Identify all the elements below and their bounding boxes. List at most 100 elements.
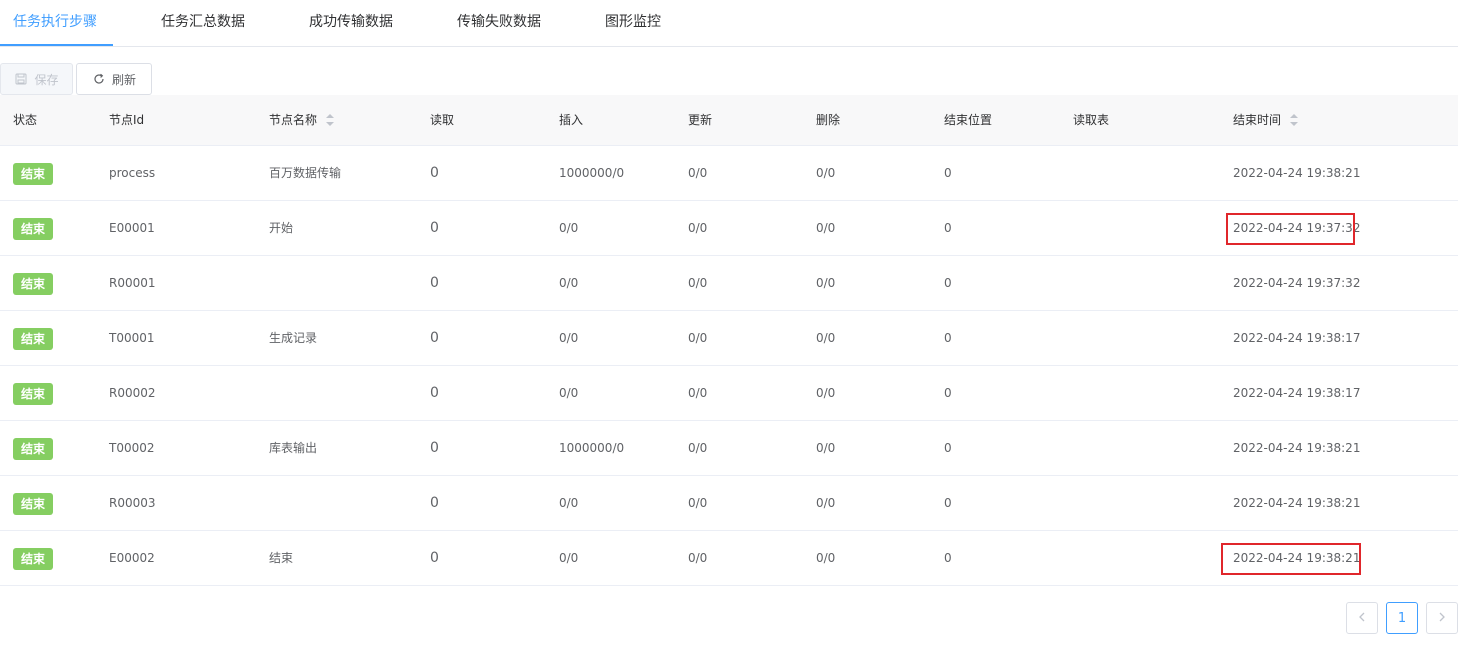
tab-success-data[interactable]: 成功传输数据 <box>309 0 393 46</box>
status-badge: 结束 <box>13 493 53 515</box>
cell-node-id: R00003 <box>109 496 156 510</box>
cell-read: 0 <box>430 220 439 236</box>
cell-insert: 1000000/0 <box>559 441 625 455</box>
cell-insert: 0/0 <box>559 331 579 345</box>
status-badge: 结束 <box>13 273 53 295</box>
cell-end-time: 2022-04-24 19:38:21 <box>1233 496 1361 510</box>
cell-insert: 1000000/0 <box>559 166 625 180</box>
cell-node-name: 结束 <box>269 551 294 565</box>
tab-failed-data[interactable]: 传输失败数据 <box>457 0 541 46</box>
tab-task-steps[interactable]: 任务执行步骤 <box>13 0 97 46</box>
cell-node-name: 生成记录 <box>269 331 318 345</box>
cell-end-position: 0 <box>944 276 952 290</box>
cell-delete: 0/0 <box>816 221 836 235</box>
cell-insert: 0/0 <box>559 551 579 565</box>
cell-node-name: 百万数据传输 <box>269 166 342 180</box>
highlight-box <box>1221 543 1361 575</box>
cell-end-position: 0 <box>944 551 952 565</box>
cell-end-time: 2022-04-24 19:38:17 <box>1233 386 1361 400</box>
cell-insert: 0/0 <box>559 276 579 290</box>
cell-end-position: 0 <box>944 221 952 235</box>
column-header-node-name[interactable]: 节点名称 <box>269 95 335 145</box>
cell-insert: 0/0 <box>559 221 579 235</box>
cell-update: 0/0 <box>688 496 708 510</box>
cell-end-time: 2022-04-24 19:38:21 <box>1233 166 1361 180</box>
cell-end-position: 0 <box>944 496 952 510</box>
table-row: 结束 R00003 0 0/0 0/0 0/0 0 2022-04-24 19:… <box>0 476 1458 531</box>
cell-update: 0/0 <box>688 166 708 180</box>
cell-delete: 0/0 <box>816 496 836 510</box>
cell-end-position: 0 <box>944 386 952 400</box>
cell-node-id: E00001 <box>109 221 155 235</box>
cell-node-id: E00002 <box>109 551 155 565</box>
cell-end-position: 0 <box>944 166 952 180</box>
column-header-read-table: 读取表 <box>1073 113 1110 127</box>
page-number-button[interactable]: 1 <box>1386 602 1418 634</box>
table-row: 结束 T00002 库表输出 0 1000000/0 0/0 0/0 0 202… <box>0 421 1458 476</box>
cell-read: 0 <box>430 440 439 456</box>
cell-node-name: 开始 <box>269 221 294 235</box>
table-row: 结束 process 百万数据传输 0 1000000/0 0/0 0/0 0 … <box>0 146 1458 201</box>
column-header-read: 读取 <box>430 113 455 127</box>
next-page-button[interactable] <box>1426 602 1458 634</box>
status-badge: 结束 <box>13 383 53 405</box>
refresh-button[interactable]: 刷新 <box>76 63 152 95</box>
cell-node-id: process <box>109 166 156 180</box>
chevron-left-icon <box>1358 611 1366 626</box>
tab-task-summary[interactable]: 任务汇总数据 <box>161 0 245 46</box>
cell-read: 0 <box>430 385 439 401</box>
column-header-end-time[interactable]: 结束时间 <box>1233 95 1299 145</box>
cell-read: 0 <box>430 275 439 291</box>
cell-node-id: T00002 <box>109 441 155 455</box>
status-badge: 结束 <box>13 328 53 350</box>
table-row: 结束 T00001 生成记录 0 0/0 0/0 0/0 0 2022-04-2… <box>0 311 1458 366</box>
cell-end-time: 2022-04-24 19:38:17 <box>1233 331 1361 345</box>
cell-delete: 0/0 <box>816 551 836 565</box>
prev-page-button[interactable] <box>1346 602 1378 634</box>
cell-update: 0/0 <box>688 331 708 345</box>
table-row: 结束 E00002 结束 0 0/0 0/0 0/0 0 2022-04-24 … <box>0 531 1458 586</box>
cell-node-id: R00001 <box>109 276 156 290</box>
cell-update: 0/0 <box>688 441 708 455</box>
cell-update: 0/0 <box>688 386 708 400</box>
tab-graph-monitor[interactable]: 图形监控 <box>605 0 661 46</box>
cell-read: 0 <box>430 165 439 181</box>
cell-end-time: 2022-04-24 19:38:21 <box>1233 441 1361 455</box>
cell-end-time: 2022-04-24 19:37:32 <box>1233 276 1361 290</box>
column-header-node-id: 节点Id <box>109 113 145 127</box>
cell-delete: 0/0 <box>816 331 836 345</box>
cell-node-name: 库表输出 <box>269 441 318 455</box>
cell-end-position: 0 <box>944 441 952 455</box>
column-header-update: 更新 <box>688 113 713 127</box>
refresh-button-label: 刷新 <box>111 72 136 87</box>
cell-update: 0/0 <box>688 221 708 235</box>
status-badge: 结束 <box>13 218 53 240</box>
table-header: 状态 节点Id 节点名称 读取 插入 更新 删除 结束位置 读取表 结束时间 <box>0 95 1458 146</box>
cell-read: 0 <box>430 550 439 566</box>
tab-bar: 任务执行步骤 任务汇总数据 成功传输数据 传输失败数据 图形监控 <box>0 0 1458 47</box>
status-badge: 结束 <box>13 548 53 570</box>
cell-read: 0 <box>430 330 439 346</box>
column-header-status: 状态 <box>13 113 38 127</box>
refresh-icon <box>92 72 106 86</box>
cell-delete: 0/0 <box>816 276 836 290</box>
cell-read: 0 <box>430 495 439 511</box>
cell-insert: 0/0 <box>559 386 579 400</box>
save-icon <box>14 72 28 86</box>
cell-node-id: R00002 <box>109 386 156 400</box>
status-badge: 结束 <box>13 163 53 185</box>
column-header-delete: 删除 <box>816 113 841 127</box>
highlight-box <box>1226 213 1355 245</box>
cell-delete: 0/0 <box>816 166 836 180</box>
save-button-label: 保存 <box>34 72 59 87</box>
table-row: 结束 E00001 开始 0 0/0 0/0 0/0 0 2022-04-24 … <box>0 201 1458 256</box>
table-row: 结束 R00001 0 0/0 0/0 0/0 0 2022-04-24 19:… <box>0 256 1458 311</box>
cell-delete: 0/0 <box>816 386 836 400</box>
save-button[interactable]: 保存 <box>0 63 73 95</box>
column-header-insert: 插入 <box>559 113 584 127</box>
sort-icon[interactable] <box>1289 113 1299 127</box>
chevron-right-icon <box>1438 611 1446 626</box>
cell-insert: 0/0 <box>559 496 579 510</box>
sort-icon[interactable] <box>325 113 335 127</box>
cell-update: 0/0 <box>688 551 708 565</box>
